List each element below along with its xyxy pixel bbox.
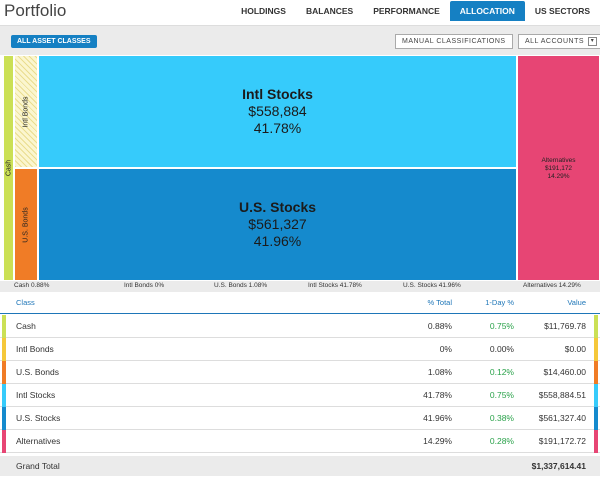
allocation-treemap: Cash Intl Bonds U.S. Bonds Intl Stocks $… (3, 55, 600, 281)
nav-tabs: HOLDINGS BALANCES PERFORMANCE ALLOCATION… (231, 1, 600, 21)
tab-us-sectors[interactable]: US SECTORS (525, 1, 600, 21)
row-class-name: U.S. Stocks (16, 413, 61, 423)
treemap-label-us-stocks: U.S. Stocks $561,327 41.96% (39, 199, 516, 250)
treemap-pct-us-stocks: 41.96% (253, 233, 302, 249)
treemap-label-intl-stocks: Intl Stocks $558,884 41.78% (39, 86, 516, 137)
row-color-bar (594, 384, 598, 407)
row-pct-total: 41.78% (423, 390, 452, 400)
treemap-value-us-stocks: $561,327 (248, 216, 307, 232)
treemap-name-us-stocks: U.S. Stocks (238, 199, 317, 215)
allocation-table-header: Class % Total 1-Day % Value (0, 295, 600, 314)
table-row: Alternatives 14.29% 0.28% $191,172.72 (0, 430, 600, 453)
treemap-pct-intl-stocks: 41.78% (253, 120, 302, 136)
legend-item-intl-stocks: Intl Stocks 41.78% (308, 282, 362, 289)
toolbar: ALL ASSET CLASSES MANUAL CLASSIFICATIONS… (0, 25, 600, 55)
row-class-name: Cash (16, 321, 36, 331)
table-row: U.S. Stocks 41.96% 0.38% $561,327.40 (0, 407, 600, 430)
legend-item-alternatives: Alternatives 14.29% (523, 282, 581, 289)
manual-classifications-button[interactable]: MANUAL CLASSIFICATIONS (395, 34, 513, 49)
allocation-legend: Cash 0.88% Intl Bonds 0% U.S. Bonds 1.08… (0, 281, 600, 292)
grand-total-row: Grand Total $1,337,614.41 (0, 456, 600, 476)
grand-total-label: Grand Total (16, 461, 60, 471)
row-pct-total: 14.29% (423, 436, 452, 446)
treemap-label-cash: Cash (5, 159, 12, 177)
table-row: Cash 0.88% 0.75% $11,769.78 (0, 315, 600, 338)
row-color-bar (594, 361, 598, 384)
legend-item-us-stocks: U.S. Stocks 41.96% (403, 282, 461, 289)
row-one-day: 0.12% (489, 367, 514, 377)
row-value: $558,884.51 (538, 390, 586, 400)
row-color-bar (2, 315, 6, 338)
treemap-tile-cash[interactable]: Cash (3, 55, 14, 281)
tab-allocation[interactable]: ALLOCATION (449, 1, 525, 21)
row-pct-total: 0.88% (427, 321, 452, 331)
all-asset-classes-button[interactable]: ALL ASSET CLASSES (11, 35, 97, 48)
column-header-one-day[interactable]: 1-Day % (485, 298, 514, 307)
row-color-bar (2, 407, 6, 430)
row-value: $561,327.40 (538, 413, 586, 423)
treemap-value-alternatives: $191,172 (544, 165, 573, 172)
row-pct-total: 1.08% (427, 367, 452, 377)
row-pct-total: 0% (439, 344, 452, 354)
treemap-tile-intl-bonds[interactable]: Intl Bonds (14, 55, 38, 168)
header: Portfolio HOLDINGS BALANCES PERFORMANCE … (0, 0, 600, 26)
legend-item-cash: Cash 0.88% (14, 282, 50, 289)
chevron-down-icon: ▾ (588, 37, 598, 46)
treemap-name-alternatives: Alternatives (541, 157, 576, 164)
row-pct-total: 41.96% (423, 413, 452, 423)
treemap-tile-us-stocks[interactable]: U.S. Stocks $561,327 41.96% (38, 168, 517, 281)
treemap-name-intl-stocks: Intl Stocks (242, 86, 313, 102)
treemap-label-alternatives: Alternatives $191,172 14.29% (518, 157, 599, 181)
column-header-class[interactable]: Class (16, 298, 35, 307)
row-color-bar (2, 361, 6, 384)
row-color-bar (594, 407, 598, 430)
legend-item-intl-bonds: Intl Bonds 0% (124, 282, 165, 289)
legend-item-us-bonds: U.S. Bonds 1.08% (214, 282, 268, 289)
row-color-bar (594, 430, 598, 453)
row-one-day: 0.28% (489, 436, 514, 446)
treemap-tile-intl-stocks[interactable]: Intl Stocks $558,884 41.78% (38, 55, 517, 168)
grand-total-value: $1,337,614.41 (531, 461, 586, 471)
row-class-name: Intl Bonds (16, 344, 54, 354)
all-accounts-dropdown[interactable]: ALL ACCOUNTS ▾ (518, 34, 600, 49)
row-color-bar (2, 384, 6, 407)
row-color-bar (594, 338, 598, 361)
row-class-name: U.S. Bonds (16, 367, 59, 377)
row-value: $0.00 (564, 344, 586, 354)
row-color-bar (2, 338, 6, 361)
table-row: Intl Stocks 41.78% 0.75% $558,884.51 (0, 384, 600, 407)
all-accounts-label: ALL ACCOUNTS (525, 38, 585, 45)
row-class-name: Intl Stocks (16, 390, 56, 400)
treemap-label-intl-bonds: Intl Bonds (22, 95, 30, 128)
row-one-day: 0.75% (489, 321, 514, 331)
row-class-name: Alternatives (16, 436, 61, 446)
row-one-day: 0.00% (489, 344, 514, 354)
column-header-pct-total[interactable]: % Total (428, 298, 452, 307)
table-row: Intl Bonds 0% 0.00% $0.00 (0, 338, 600, 361)
treemap-label-us-bonds: U.S. Bonds (22, 206, 30, 243)
tab-holdings[interactable]: HOLDINGS (231, 1, 296, 21)
row-color-bar (2, 430, 6, 453)
treemap-tile-alternatives[interactable]: Alternatives $191,172 14.29% (517, 55, 600, 281)
treemap-pct-alternatives: 14.29% (547, 173, 570, 180)
table-row: U.S. Bonds 1.08% 0.12% $14,460.00 (0, 361, 600, 384)
row-value: $11,769.78 (544, 321, 586, 331)
tab-performance[interactable]: PERFORMANCE (363, 1, 450, 21)
treemap-value-intl-stocks: $558,884 (248, 103, 307, 119)
treemap-tile-us-bonds[interactable]: U.S. Bonds (14, 168, 38, 281)
row-one-day: 0.75% (489, 390, 514, 400)
column-header-value[interactable]: Value (567, 298, 586, 307)
row-value: $14,460.00 (543, 367, 586, 377)
row-color-bar (594, 315, 598, 338)
row-value: $191,172.72 (538, 436, 586, 446)
row-one-day: 0.38% (489, 413, 514, 423)
tab-balances[interactable]: BALANCES (296, 1, 363, 21)
page-title: Portfolio (4, 1, 67, 20)
